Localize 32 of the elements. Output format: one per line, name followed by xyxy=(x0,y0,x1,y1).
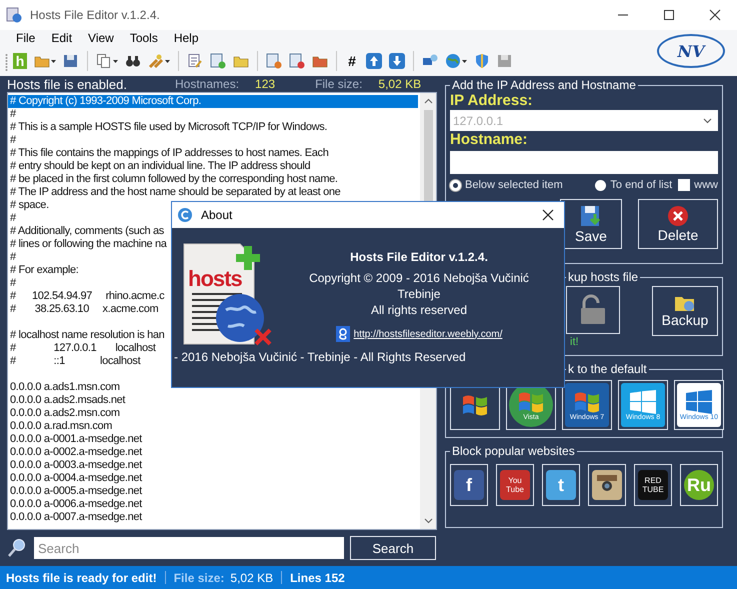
option-label: To end of list xyxy=(610,179,672,191)
status-note: it! xyxy=(569,336,580,348)
option-label: Below selected item xyxy=(465,179,563,191)
hostnames-count: 123 xyxy=(255,77,276,91)
group-title: k to the default xyxy=(567,362,648,376)
file-size-label: File size: xyxy=(174,570,224,584)
site-logo: t xyxy=(546,470,576,500)
group-title: kup hosts file xyxy=(567,270,640,284)
copyright-text: Copyright © 2009 - 2016 Nebojša Vučinić xyxy=(309,270,529,286)
group-title: Add the IP Address and Hostname xyxy=(451,78,637,92)
window-title: Hosts File Editor v.1.2.4. xyxy=(30,8,161,22)
hostname-label: Hostname: xyxy=(450,131,529,149)
status-message: Hosts file is enabled. xyxy=(7,76,128,92)
rights-text: All rights reserved xyxy=(370,302,468,318)
option-label: www xyxy=(694,179,718,191)
site-logo: Ru xyxy=(684,470,714,500)
site-logo: You Tube xyxy=(500,470,530,500)
file-size-value: 5,02 KB xyxy=(378,77,422,91)
hostnames-label: Hostnames: xyxy=(175,77,240,91)
site-logo: RED TUBE xyxy=(638,470,668,500)
dialog-title: About xyxy=(201,208,234,222)
app-name: Hosts File Editor v.1.2.4. xyxy=(350,250,488,264)
logo: NV xyxy=(657,34,725,68)
file-size-label: File size: xyxy=(315,77,362,91)
status-message: Hosts file is ready for edit! xyxy=(6,570,157,584)
file-size-value: 5,02 KB xyxy=(230,570,274,584)
copyright-footer: - 2016 Nebojša Vučinić - Trebinje - All Rights Reserved xyxy=(174,350,564,364)
group-title: Block popular websites xyxy=(451,444,576,458)
city-text: Trebinje xyxy=(398,286,440,302)
site-logo: f xyxy=(454,470,484,500)
ip-address-label: IP Address: xyxy=(450,92,534,110)
line-count: Lines 152 xyxy=(290,570,345,584)
